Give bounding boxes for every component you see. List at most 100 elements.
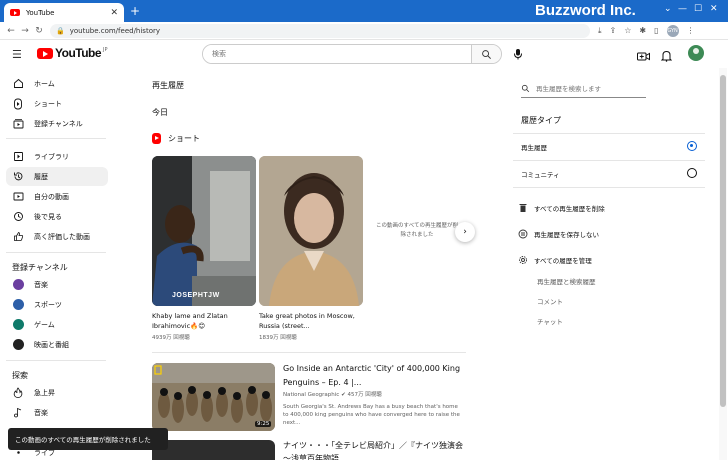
sidebar-channel-movies[interactable]: 映画と番組	[6, 335, 108, 354]
scrollbar-thumb[interactable]	[720, 75, 726, 407]
search-box	[202, 44, 502, 64]
action-label: 再生履歴を保存しない	[534, 231, 599, 239]
reload-icon[interactable]: ↻	[32, 26, 46, 36]
sidebar-item-label: 後で見る	[34, 212, 62, 221]
music-note-icon	[12, 407, 24, 419]
sidebar-item-your-videos[interactable]: 自分の動画	[6, 187, 108, 206]
download-icon[interactable]: ⤓	[598, 26, 602, 36]
short-views: 1839万 回視聴	[259, 335, 297, 341]
tab-close-icon[interactable]: ✕	[110, 8, 118, 18]
chevron-down-icon[interactable]: ⌄	[664, 4, 672, 14]
video-description: South Georgia's St. Andrews Bay has a bu…	[283, 404, 460, 426]
logo-text: YouTube	[55, 46, 102, 60]
clock-icon	[12, 211, 24, 223]
hamburger-menu-icon[interactable]: ☰	[12, 48, 22, 61]
sidebar-item-liked-videos[interactable]: 高く評価した動画	[6, 227, 108, 246]
browser-tab[interactable]: YouTube ✕	[4, 3, 124, 22]
sub-link-comments[interactable]: コメント	[537, 296, 563, 306]
shorts-icon	[152, 133, 161, 144]
subscriptions-icon	[12, 118, 24, 130]
sidebar-divider	[6, 252, 106, 253]
new-tab-button[interactable]: +	[130, 4, 140, 18]
shorts-label: ショート	[168, 134, 200, 143]
sub-link-watch-and-search[interactable]: 再生履歴と検索履歴	[537, 276, 596, 286]
search-icon	[482, 49, 491, 59]
manage-all-history-button[interactable]: すべての履歴を管理	[518, 255, 592, 265]
sidebar-channel-sports[interactable]: スポーツ	[6, 295, 108, 314]
short-views: 4939万 回視聴	[152, 335, 190, 341]
sidebar-item-label: 履歴	[34, 172, 48, 181]
pause-history-button[interactable]: 再生履歴を保存しない	[518, 229, 599, 239]
explore-heading: 探索	[12, 371, 28, 380]
sidebar-item-home[interactable]: ホーム	[6, 74, 108, 93]
channel-name[interactable]: National Geographic	[283, 392, 339, 398]
history-type-watch-radio[interactable]	[687, 141, 697, 151]
user-avatar[interactable]	[688, 45, 704, 61]
sidebar-item-subscriptions[interactable]: 登録チャンネル	[6, 114, 108, 133]
sidebar-item-music[interactable]: 音楽	[6, 403, 108, 422]
shorts-next-button[interactable]: ›	[455, 222, 475, 242]
sidebar-item-label: 急上昇	[34, 388, 55, 397]
sidebar-item-label: スポーツ	[34, 300, 62, 309]
sidebar-item-history[interactable]: 履歴	[6, 167, 108, 186]
search-input[interactable]	[203, 45, 471, 63]
sidebar-channel-music[interactable]: 音楽	[6, 275, 108, 294]
history-type-heading: 履歴タイプ	[521, 116, 561, 125]
kebab-menu-icon[interactable]: ⋮	[687, 26, 695, 35]
browser-profile-avatar[interactable]: GYN	[666, 24, 679, 37]
history-search	[521, 80, 646, 98]
back-icon[interactable]: ←	[4, 26, 18, 36]
sidebar-item-label: 音楽	[34, 280, 48, 289]
content-divider	[152, 352, 466, 353]
history-search-input[interactable]	[536, 84, 636, 93]
short-title[interactable]: Take great photos in Moscow, Russia (str…	[259, 311, 363, 331]
video-thumbnail[interactable]	[152, 440, 275, 460]
sidebar-item-label: 映画と番組	[34, 340, 69, 349]
sidebar-item-trending[interactable]: 急上昇	[6, 383, 108, 402]
video-title[interactable]: Go Inside an Antarctic 'City' of 400,000…	[283, 362, 463, 390]
url-field[interactable]: 🔒 youtube.com/feed/history	[50, 23, 590, 38]
youtube-logo[interactable]: YouTube JP	[37, 46, 108, 60]
sidebar-channel-gaming[interactable]: ゲーム	[6, 315, 108, 334]
page-title: 再生履歴	[152, 81, 184, 90]
sidebar-item-shorts[interactable]: ショート	[6, 94, 108, 113]
short-title[interactable]: Khaby lame and Zlatan Ibrahimovic🔥😊	[152, 311, 256, 331]
sidepanel-icon[interactable]: ▯	[654, 26, 658, 35]
voice-search-button[interactable]	[510, 46, 526, 62]
chevron-right-icon: ›	[463, 227, 467, 237]
extensions-icon[interactable]: ✱	[639, 26, 646, 35]
home-icon	[12, 78, 24, 90]
create-video-button[interactable]	[637, 47, 650, 66]
short-thumbnail[interactable]: JOSEPHTJW	[152, 156, 256, 306]
panel-divider	[513, 187, 705, 188]
lock-icon: 🔒	[56, 26, 65, 35]
short-thumbnail[interactable]	[259, 156, 363, 306]
logo-region: JP	[103, 47, 108, 53]
maximize-icon[interactable]: ☐	[694, 4, 702, 14]
bookmark-star-icon[interactable]: ☆	[624, 26, 631, 35]
forward-icon[interactable]: →	[18, 26, 32, 36]
section-today: 今日	[152, 108, 168, 117]
clear-all-history-button[interactable]: すべての再生履歴を削除	[518, 203, 605, 213]
sidebar-item-library[interactable]: ライブラリ	[6, 147, 108, 166]
close-window-icon[interactable]: ✕	[710, 4, 718, 14]
toast-notification: この動画のすべての再生履歴が削除されました	[8, 428, 168, 450]
history-type-community-radio[interactable]	[687, 168, 697, 178]
shorts-icon	[12, 98, 24, 110]
sidebar-item-label: ショート	[34, 99, 62, 108]
short-thumbnail-image	[259, 156, 363, 306]
removed-short-notice: この動画のすべての再生履歴が削除されました	[376, 223, 458, 238]
library-icon	[12, 151, 24, 163]
youtube-favicon-icon	[10, 9, 20, 16]
video-title[interactable]: ナイツ・・・「全テレビ局紹介」／『ナイツ独演会～浅草百年物語...	[283, 439, 463, 460]
sub-link-chat[interactable]: チャット	[537, 316, 563, 326]
gear-icon	[518, 255, 528, 265]
search-button[interactable]	[471, 45, 501, 63]
notifications-button[interactable]	[660, 47, 673, 66]
trending-flame-icon	[12, 387, 24, 399]
minimize-icon[interactable]: —	[678, 4, 687, 14]
sidebar-item-watch-later[interactable]: 後で見る	[6, 207, 108, 226]
sidebar-divider	[6, 360, 106, 361]
sidebar-item-label: 登録チャンネル	[34, 119, 83, 128]
share-icon[interactable]: ⇪	[610, 26, 617, 35]
